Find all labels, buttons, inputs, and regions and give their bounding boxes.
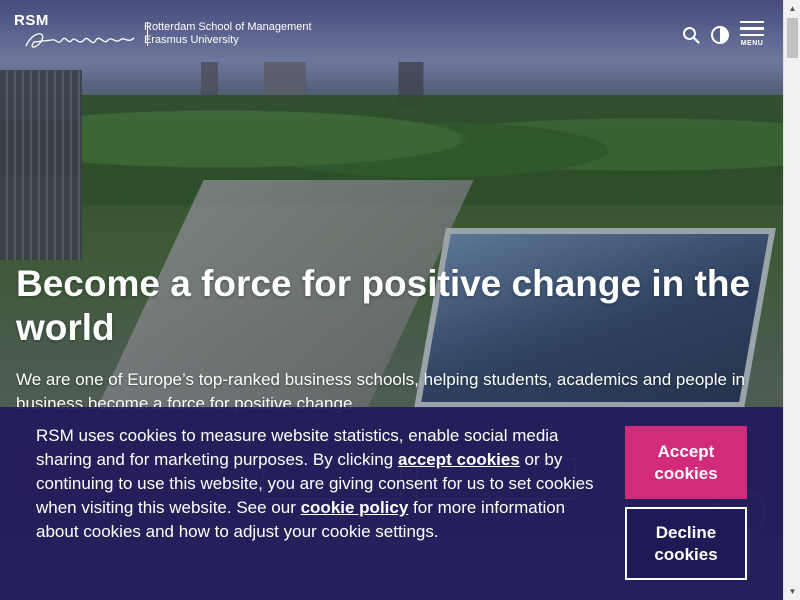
logo-school-name: Rotterdam School of Management Erasmus U… [144, 21, 344, 46]
scrollbar-thumb[interactable] [787, 18, 798, 58]
menu-button[interactable]: MENU [738, 18, 766, 48]
scroll-up-arrow-icon[interactable]: ▲ [784, 0, 800, 17]
cookie-policy-link[interactable]: cookie policy [301, 498, 409, 517]
cookie-consent-banner: RSM uses cookies to measure website stat… [0, 407, 783, 600]
vertical-scrollbar[interactable]: ▲ ▼ [783, 0, 800, 600]
rsm-logo[interactable]: RSM Rotterdam School of Management Erasm… [14, 12, 312, 48]
scroll-down-arrow-icon[interactable]: ▼ [784, 583, 800, 600]
hero-title: Become a force for positive change in th… [16, 263, 751, 348]
site-header: RSM Rotterdam School of Management Erasm… [0, 0, 783, 64]
hamburger-menu-icon [740, 20, 764, 24]
hamburger-bar [740, 33, 764, 37]
search-button[interactable] [678, 20, 704, 50]
logo-line-2: Erasmus University [144, 33, 239, 46]
hamburger-bar [740, 27, 764, 30]
decline-cookies-button[interactable]: Decline cookies [625, 507, 747, 580]
accept-cookies-button[interactable]: Accept cookies [625, 426, 747, 499]
erasmus-script-logo [25, 33, 135, 48]
page-viewport: RSM Rotterdam School of Management Erasm… [0, 0, 783, 600]
contrast-toggle-button[interactable] [707, 20, 733, 50]
menu-label: MENU [740, 40, 764, 48]
contrast-icon [711, 26, 729, 44]
accept-cookies-link[interactable]: accept cookies [398, 450, 520, 469]
logo-line-1: Rotterdam School of Management [144, 21, 312, 33]
search-icon [683, 27, 700, 44]
cookie-message: RSM uses cookies to measure website stat… [36, 424, 596, 544]
hero-building [0, 70, 82, 260]
